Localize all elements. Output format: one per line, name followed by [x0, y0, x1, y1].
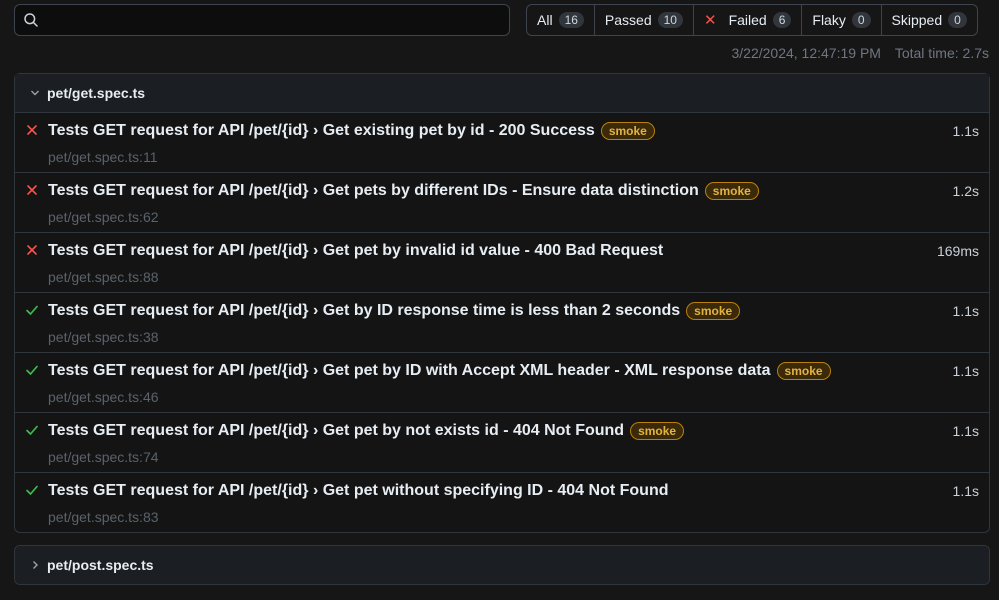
passed-check-icon [25, 363, 41, 379]
filter-failed-label: Failed [728, 12, 767, 28]
test-row[interactable]: Tests GET request for API /pet/{id} › Ge… [15, 233, 989, 293]
test-row[interactable]: Tests GET request for API /pet/{id} › Ge… [15, 173, 989, 233]
run-metadata: 3/22/2024, 12:47:19 PM Total time: 2.7s [732, 45, 990, 61]
failed-x-icon [25, 183, 41, 199]
test-title-text: Tests GET request for API /pet/{id} › Ge… [48, 302, 681, 319]
test-title-text: Tests GET request for API /pet/{id} › Ge… [48, 362, 771, 379]
status-filters: All 16 Passed 10 ✕ Failed 6 Flaky 0 Skip… [526, 4, 978, 36]
test-title-text: Tests GET request for API /pet/{id} › Ge… [48, 182, 699, 199]
total-time: Total time: 2.7s [894, 45, 989, 61]
search-box[interactable] [14, 4, 510, 36]
tag-badge[interactable]: smoke [600, 122, 655, 140]
file-name: pet/post.spec.ts [47, 557, 154, 573]
search-input[interactable] [45, 5, 500, 35]
test-title[interactable]: Tests GET request for API /pet/{id} › Ge… [48, 362, 831, 380]
failed-x-icon: ✕ [703, 12, 717, 29]
filter-flaky-label: Flaky [812, 12, 846, 28]
passed-check-icon [25, 423, 41, 439]
test-location: pet/get.spec.ts:88 [48, 269, 159, 285]
test-title-text: Tests GET request for API /pet/{id} › Ge… [48, 482, 669, 499]
filter-passed[interactable]: Passed 10 [595, 5, 694, 35]
search-icon [24, 13, 38, 27]
test-row[interactable]: Tests GET request for API /pet/{id} › Ge… [15, 113, 989, 173]
test-duration: 1.1s [952, 483, 979, 499]
filter-passed-count: 10 [657, 12, 683, 28]
test-row[interactable]: Tests GET request for API /pet/{id} › Ge… [15, 293, 989, 353]
chevron-down-icon [25, 87, 45, 99]
tag-badge[interactable]: smoke [630, 422, 685, 440]
test-title-text: Tests GET request for API /pet/{id} › Ge… [48, 422, 625, 439]
test-title[interactable]: Tests GET request for API /pet/{id} › Ge… [48, 482, 669, 500]
filter-skipped-label: Skipped [891, 12, 943, 28]
run-timestamp: 3/22/2024, 12:47:19 PM [731, 45, 881, 61]
tag-badge[interactable]: smoke [686, 302, 741, 320]
test-title[interactable]: Tests GET request for API /pet/{id} › Ge… [48, 302, 741, 320]
top-bar: All 16 Passed 10 ✕ Failed 6 Flaky 0 Skip… [14, 4, 990, 36]
test-row[interactable]: Tests GET request for API /pet/{id} › Ge… [15, 473, 989, 532]
test-duration: 1.1s [952, 423, 979, 439]
filter-flaky-count: 0 [851, 12, 871, 28]
tag-badge[interactable]: smoke [704, 182, 759, 200]
file-group: pet/get.spec.ts Tests GET request for AP… [14, 73, 990, 533]
test-duration: 1.1s [952, 303, 979, 319]
test-duration: 1.1s [952, 363, 979, 379]
passed-check-icon [25, 303, 41, 319]
test-location: pet/get.spec.ts:74 [48, 449, 159, 465]
filter-skipped-count: 0 [948, 12, 967, 28]
filter-all-count: 16 [558, 12, 584, 28]
test-duration: 169ms [936, 243, 979, 259]
test-title[interactable]: Tests GET request for API /pet/{id} › Ge… [48, 422, 685, 440]
test-duration: 1.2s [952, 183, 979, 199]
filter-all[interactable]: All 16 [527, 5, 595, 35]
filter-failed[interactable]: ✕ Failed 6 [694, 5, 803, 35]
test-location: pet/get.spec.ts:11 [48, 149, 158, 165]
test-location: pet/get.spec.ts:62 [48, 209, 159, 225]
file-header[interactable]: pet/post.spec.ts [15, 546, 989, 584]
test-row[interactable]: Tests GET request for API /pet/{id} › Ge… [15, 353, 989, 413]
test-title-text: Tests GET request for API /pet/{id} › Ge… [48, 242, 664, 259]
test-duration: 1.1s [952, 123, 979, 139]
test-title[interactable]: Tests GET request for API /pet/{id} › Ge… [48, 122, 655, 140]
failed-x-icon [25, 243, 41, 259]
test-title[interactable]: Tests GET request for API /pet/{id} › Ge… [48, 242, 663, 260]
filter-passed-label: Passed [604, 12, 652, 28]
test-list: Tests GET request for API /pet/{id} › Ge… [15, 113, 989, 532]
test-row[interactable]: Tests GET request for API /pet/{id} › Ge… [15, 413, 989, 473]
filter-skipped[interactable]: Skipped 0 [882, 5, 977, 35]
chevron-right-icon [25, 559, 45, 571]
test-title[interactable]: Tests GET request for API /pet/{id} › Ge… [48, 182, 759, 200]
test-location: pet/get.spec.ts:46 [48, 389, 159, 405]
passed-check-icon [25, 483, 41, 499]
filter-all-label: All [537, 12, 553, 28]
test-location: pet/get.spec.ts:38 [48, 329, 159, 345]
test-title-text: Tests GET request for API /pet/{id} › Ge… [48, 122, 595, 139]
filter-flaky[interactable]: Flaky 0 [802, 5, 882, 35]
tag-badge[interactable]: smoke [776, 362, 831, 380]
test-location: pet/get.spec.ts:83 [48, 509, 159, 525]
file-group: pet/post.spec.ts [14, 545, 990, 585]
filter-failed-count: 6 [772, 12, 792, 28]
failed-x-icon [25, 123, 41, 139]
file-name: pet/get.spec.ts [47, 85, 146, 101]
file-header[interactable]: pet/get.spec.ts [15, 74, 989, 113]
